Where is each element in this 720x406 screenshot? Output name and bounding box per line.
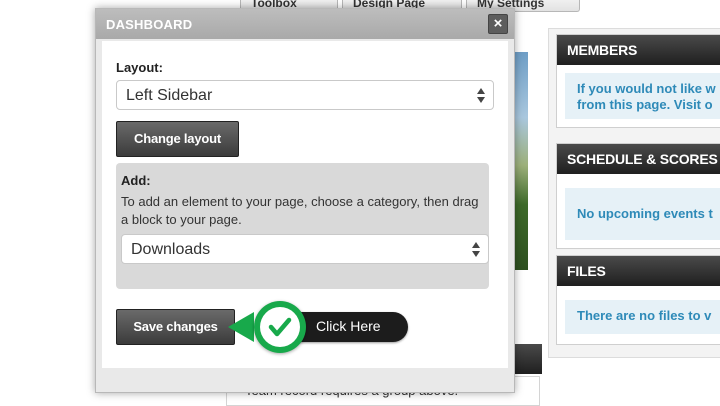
callout-badge: [254, 301, 306, 353]
callout-pointer: [228, 312, 254, 342]
schedule-widget-title: SCHEDULE & SCORES: [557, 144, 720, 174]
members-widget-line-2: from this page. Visit o: [577, 97, 713, 112]
files-widget-title: FILES: [557, 256, 720, 286]
members-widget-line-1: If you would not like w: [577, 81, 716, 96]
files-widget-line-1: There are no files to v: [577, 308, 712, 323]
category-select-value: Downloads: [131, 241, 211, 258]
check-icon: [268, 317, 292, 337]
files-widget: FILES There are no files to v: [556, 255, 720, 345]
category-select[interactable]: Downloads: [121, 234, 489, 264]
select-arrows-icon: [476, 87, 486, 105]
layout-select[interactable]: Left Sidebar: [116, 80, 494, 110]
select-arrows-icon: [471, 241, 481, 259]
add-help-text: To add an element to your page, choose a…: [121, 194, 479, 227]
layout-label: Layout:: [116, 60, 163, 75]
close-icon: ×: [493, 15, 503, 32]
add-label: Add:: [121, 173, 151, 188]
callout-badge-inner: [260, 307, 300, 347]
schedule-widget-line-1: No upcoming events t: [577, 206, 713, 221]
layout-select-value: Left Sidebar: [126, 87, 213, 104]
schedule-widget: SCHEDULE & SCORES No upcoming events t: [556, 143, 720, 249]
members-widget: MEMBERS If you would not like w from thi…: [556, 34, 720, 128]
save-changes-button[interactable]: Save changes: [116, 309, 235, 345]
add-element-panel: Add: To add an element to your page, cho…: [116, 163, 489, 289]
change-layout-button[interactable]: Change layout: [116, 121, 239, 157]
change-layout-button-label: Change layout: [134, 131, 221, 146]
background-header-bar: [512, 344, 542, 374]
members-widget-title: MEMBERS: [557, 35, 720, 65]
dialog-title: DASHBOARD: [106, 17, 193, 32]
click-here-text: Click Here: [316, 318, 381, 334]
dialog-titlebar[interactable]: DASHBOARD ×: [96, 9, 514, 39]
close-button[interactable]: ×: [488, 14, 508, 34]
save-changes-button-label: Save changes: [133, 319, 218, 334]
